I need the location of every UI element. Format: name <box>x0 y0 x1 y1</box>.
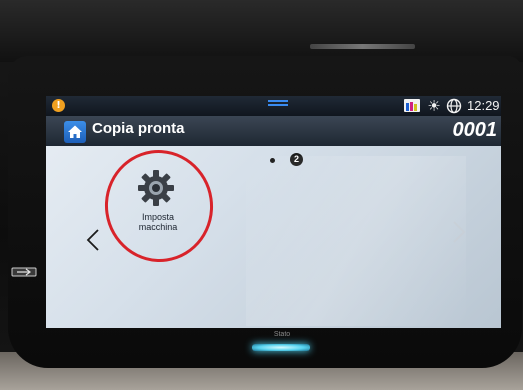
sun-icon[interactable]: ☀ <box>426 98 442 114</box>
status-led <box>252 344 310 351</box>
usb-port-icon <box>10 264 40 278</box>
screen-glare <box>246 156 466 326</box>
photo-frame: ! ☀ 12:29 Copia pronta 0001 2 Imposta ma… <box>0 0 523 390</box>
status-bar: ! ☀ 12:29 <box>46 96 501 116</box>
clock: 12:29 <box>467 98 500 113</box>
previous-page-arrow-icon[interactable] <box>86 228 100 252</box>
page-indicator-dot[interactable] <box>270 158 275 163</box>
home-icon <box>68 125 82 138</box>
globe-icon[interactable] <box>446 98 462 114</box>
toner-level-icon[interactable] <box>404 99 420 112</box>
copy-count[interactable]: 0001 <box>453 117 498 143</box>
printer-top-body <box>0 0 523 62</box>
alert-icon[interactable]: ! <box>52 99 65 112</box>
page-indicator-current[interactable]: 2 <box>290 153 303 166</box>
notification-pull-tab[interactable] <box>268 100 288 110</box>
page-title: Copia pronta <box>92 120 185 137</box>
title-bar: Copia pronta 0001 <box>46 116 501 146</box>
home-button[interactable] <box>64 121 86 143</box>
device-status-label: Stato <box>273 331 291 338</box>
next-page-arrow-icon[interactable] <box>452 220 466 244</box>
paper-slot <box>310 44 415 49</box>
